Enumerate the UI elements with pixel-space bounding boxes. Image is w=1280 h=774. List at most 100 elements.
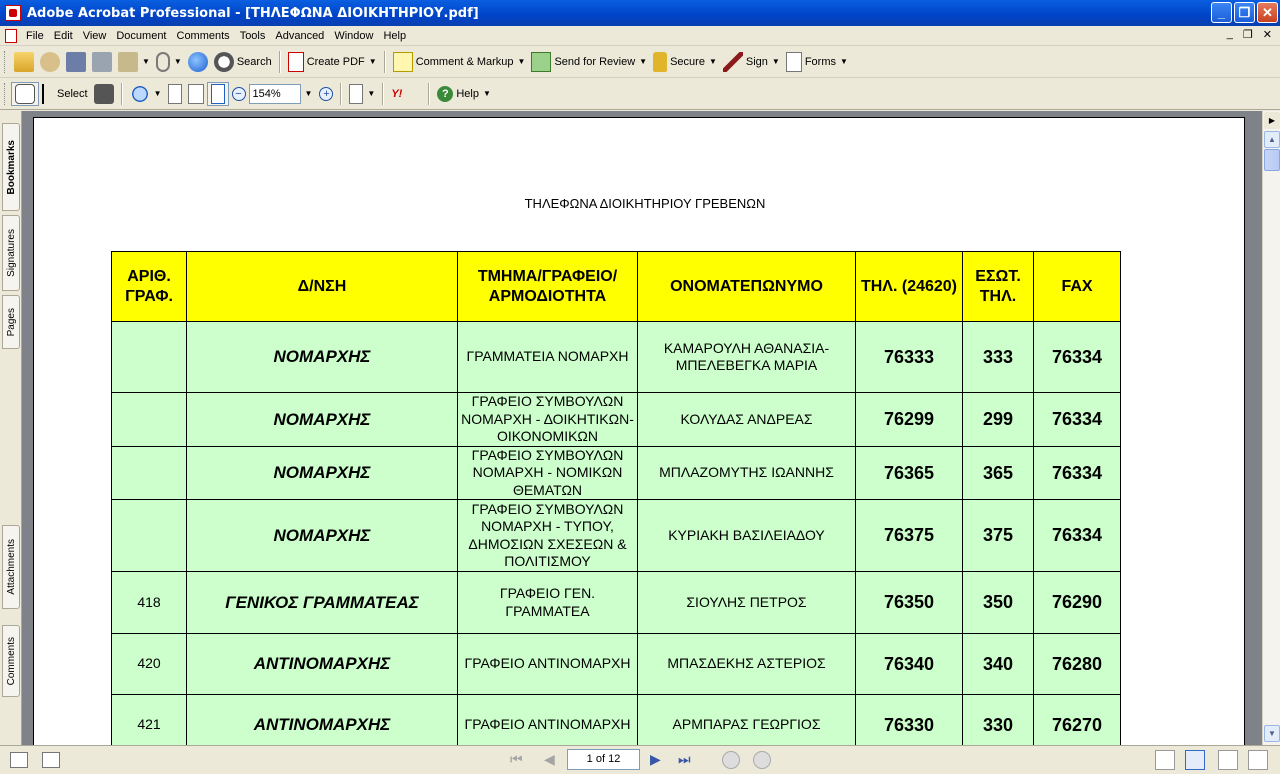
print-button[interactable] <box>89 50 115 74</box>
chevron-down-icon: ▼ <box>771 57 780 66</box>
rotate-view-button[interactable]: ▼ <box>346 82 378 106</box>
email-globe-icon <box>187 51 208 72</box>
document-icon[interactable] <box>5 28 17 43</box>
tasks-button[interactable]: ▼ <box>115 50 153 74</box>
facing-layout-icon[interactable] <box>1218 750 1238 770</box>
comment-markup-button[interactable]: Comment & Markup ▼ <box>390 50 529 74</box>
cell-fax: 76334 <box>1033 392 1121 447</box>
show-nav-pane-icon[interactable] <box>10 752 28 768</box>
fit-width-button[interactable] <box>206 81 229 106</box>
save-button[interactable] <box>63 50 89 74</box>
vertical-scrollbar[interactable]: ▶ ▲ ▼ <box>1262 111 1280 745</box>
doc-close-button[interactable]: ✕ <box>1263 28 1272 41</box>
cell-phone: 76375 <box>855 499 963 572</box>
menu-advanced[interactable]: Advanced <box>271 30 328 42</box>
zoom-in-plus-icon: + <box>319 86 334 101</box>
hand-tool-button[interactable] <box>11 81 39 106</box>
printer-icon <box>92 51 112 72</box>
minimize-button[interactable]: _ <box>1211 2 1232 23</box>
toolbar-grip[interactable] <box>4 50 7 73</box>
page-number-input[interactable]: 1 of 12 <box>567 749 640 770</box>
cell-directorate: ΓΕΝΙΚΟΣ ΓΡΑΜΜΑΤΕΑΣ <box>186 571 458 634</box>
zoom-out-button[interactable]: − <box>229 82 249 106</box>
page-size-icon[interactable] <box>42 752 60 768</box>
create-pdf-label: Create PDF <box>306 55 365 68</box>
document-view[interactable]: ΤΗΛΕΦΩΝΑ ΔΙΟΙΚΗΤΗΡΙΟΥ ΓΡΕΒΕΝΩΝ ΑΡΙΘ. ΓΡΑ… <box>22 111 1262 745</box>
tab-comments[interactable]: Comments <box>2 625 20 697</box>
menu-comments[interactable]: Comments <box>173 30 234 42</box>
menu-tools[interactable]: Tools <box>236 30 270 42</box>
forms-button[interactable]: Forms ▼ <box>783 50 851 74</box>
restore-button[interactable]: ❐ <box>1234 2 1255 23</box>
zoom-tool-button[interactable]: ▼ <box>127 82 165 106</box>
doc-minimize-button[interactable]: _ <box>1227 28 1233 41</box>
email-button[interactable] <box>185 50 211 74</box>
next-view-icon[interactable] <box>753 751 771 769</box>
tab-attachments[interactable]: Attachments <box>2 525 20 609</box>
doc-restore-button[interactable]: ❐ <box>1243 28 1253 41</box>
scroll-up-arrow-icon[interactable]: ▲ <box>1264 131 1280 148</box>
help-icon: ? <box>437 85 454 102</box>
scroll-down-arrow-icon[interactable]: ▼ <box>1264 725 1280 742</box>
chevron-down-icon: ▼ <box>142 57 150 66</box>
single-page-layout-icon[interactable] <box>1155 750 1175 770</box>
continuous-facing-layout-icon[interactable] <box>1248 750 1268 770</box>
rotate-icon <box>349 83 364 104</box>
help-button[interactable]: ? Help ▼ <box>434 82 494 106</box>
last-page-icon[interactable]: ⏭ <box>678 751 691 768</box>
help-label: Help <box>456 87 479 100</box>
tab-pages[interactable]: Pages <box>2 295 20 349</box>
cell-phone: 76299 <box>855 392 963 447</box>
cell-office: 420 <box>111 633 187 695</box>
previous-page-icon[interactable]: ◀ <box>544 751 555 768</box>
menu-help[interactable]: Help <box>379 30 410 42</box>
search-button[interactable]: Search <box>211 50 275 74</box>
menu-edit[interactable]: Edit <box>50 30 77 42</box>
close-button[interactable]: ✕ <box>1257 2 1278 23</box>
next-page-icon[interactable]: ▶ <box>650 751 661 768</box>
first-page-icon[interactable]: ⏮ <box>510 751 523 768</box>
secure-button[interactable]: Secure ▼ <box>650 50 720 74</box>
continuous-layout-icon[interactable] <box>1185 750 1205 770</box>
send-for-review-button[interactable]: Send for Review ▼ <box>528 50 650 74</box>
cell-phone: 76340 <box>855 633 963 695</box>
previous-view-icon[interactable] <box>722 751 740 769</box>
yahoo-toolbar-button[interactable]: Y! <box>388 82 424 106</box>
chevron-down-icon: ▼ <box>708 57 717 66</box>
menu-view[interactable]: View <box>79 30 111 42</box>
zoom-in-button[interactable]: + <box>316 82 336 106</box>
cell-directorate: ΑΝΤΙΝΟΜΑΡΧΗΣ <box>186 694 458 745</box>
forms-icon <box>785 51 802 72</box>
zoom-out-icon: − <box>231 86 246 101</box>
title-bar: Adobe Acrobat Professional - [ΤΗΛΕΦΩΝΑ Δ… <box>0 0 1280 26</box>
menu-file[interactable]: File <box>22 30 48 42</box>
zoom-level-input[interactable] <box>248 83 301 104</box>
actual-size-button[interactable] <box>165 82 185 106</box>
create-pdf-button[interactable]: Create PDF ▼ <box>285 50 380 74</box>
tab-bookmarks[interactable]: Bookmarks <box>2 123 20 211</box>
chevron-down-icon: ▼ <box>153 89 162 98</box>
zoom-dropdown-chevron-icon[interactable]: ▼ <box>305 89 313 98</box>
scroll-thumb[interactable] <box>1264 149 1280 171</box>
select-tool-button[interactable]: Select <box>39 82 91 106</box>
organizer-button[interactable] <box>37 50 63 74</box>
menu-document[interactable]: Document <box>112 30 170 42</box>
page-icon <box>167 83 182 104</box>
page-menu-arrow-icon[interactable]: ▶ <box>1264 112 1280 129</box>
fit-page-button[interactable] <box>185 82 207 106</box>
snapshot-button[interactable] <box>91 82 117 106</box>
open-button[interactable] <box>11 50 37 74</box>
cell-office <box>111 499 187 572</box>
toolbar-grip[interactable] <box>4 82 7 105</box>
attach-button[interactable]: ▼ <box>153 50 185 74</box>
select-label: Select <box>57 87 88 100</box>
organizer-icon <box>40 51 60 72</box>
cell-name: ΑΡΜΠΑΡΑΣ ΓΕΩΡΓΙΟΣ <box>637 694 856 745</box>
hand-icon <box>15 83 35 104</box>
sign-button[interactable]: Sign ▼ <box>720 50 783 74</box>
file-toolbar: ▼ ▼ Search Create PDF ▼ Comment & Markup ▼… <box>0 46 1280 78</box>
menu-window[interactable]: Window <box>330 30 377 42</box>
tab-signatures[interactable]: Signatures <box>2 215 20 291</box>
acrobat-app-icon[interactable] <box>5 5 21 21</box>
cell-name: ΚΟΛΥΔΑΣ ΑΝΔΡΕΑΣ <box>637 392 856 447</box>
